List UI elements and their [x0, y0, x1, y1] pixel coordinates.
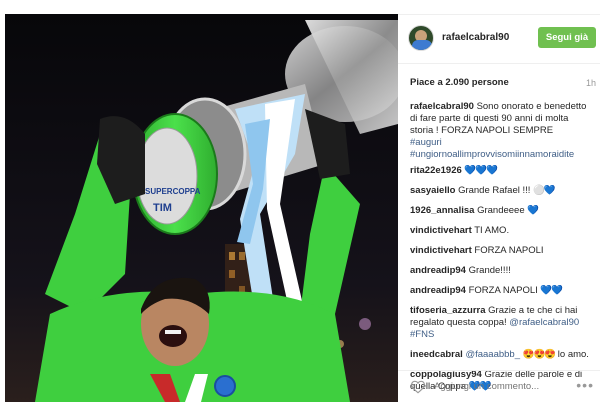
comment-username[interactable]: vindictivehart: [410, 225, 472, 236]
comment-username[interactable]: rita22e1926: [410, 165, 462, 176]
post-footer: •••: [398, 370, 600, 404]
comment-mention[interactable]: @faaaabbb_: [465, 349, 520, 360]
comment-username[interactable]: 1926_annalisa: [410, 205, 474, 216]
caption-username[interactable]: rafaelcabral90: [410, 101, 474, 112]
comment: andreadip94 Grande!!!!: [410, 265, 592, 277]
author-username[interactable]: rafaelcabral90: [442, 32, 509, 43]
comment-text: FORZA NAPOLI: [474, 245, 544, 256]
comment: vindictivehart TI AMO.: [410, 225, 592, 237]
comment: vindictivehart FORZA NAPOLI: [410, 245, 592, 257]
like-heart-icon[interactable]: [410, 380, 426, 394]
blue-heart-emoji: 💙: [527, 205, 539, 216]
caption-hashtag[interactable]: #auguri: [410, 137, 590, 149]
comment-username[interactable]: tifoseria_azzurra: [410, 305, 486, 316]
caption-hashtag[interactable]: #ungiornoallimprovvisomiinnamoraidite: [410, 149, 590, 161]
blue-heart-emoji: 💙💙: [540, 285, 563, 296]
photo-scene: SUPERCOPPA TIM: [5, 14, 398, 402]
comment-list: rita22e1926 💙💙💙 sasyaiello Grande Rafael…: [410, 165, 592, 401]
comment-username[interactable]: vindictivehart: [410, 245, 472, 256]
avatar[interactable]: [408, 25, 434, 51]
trophy-tim-text: TIM: [153, 202, 172, 214]
post-time[interactable]: 1h: [586, 78, 596, 88]
like-count[interactable]: Piace a 2.090 persone: [410, 77, 509, 88]
comment-hashtag[interactable]: #FNS: [410, 329, 592, 341]
comment: andreadip94 FORZA NAPOLI 💙💙: [410, 285, 592, 297]
add-comment-input[interactable]: [434, 381, 574, 392]
comment-username[interactable]: ineedcabral: [410, 349, 463, 360]
comment-username[interactable]: sasyaiello: [410, 185, 455, 196]
comment-mention[interactable]: @rafaelcabral90: [509, 317, 579, 328]
comment: sasyaiello Grande Rafael !!! ⚪💙: [410, 185, 592, 197]
comment: tifoseria_azzurra Grazie a te che ci hai…: [410, 305, 592, 341]
heart-emoji: ⚪💙: [533, 185, 556, 196]
post-side-panel: rafaelcabral90 Segui già Piace a 2.090 p…: [398, 14, 600, 403]
comment-username[interactable]: andreadip94: [410, 285, 466, 296]
trophy-supercoppa-text: SUPERCOPPA: [145, 187, 201, 196]
comment: ineedcabral @faaaabbb_ 😍😍😍 lo amo.: [410, 349, 592, 361]
comment: rita22e1926 💙💙💙: [410, 165, 592, 177]
more-options-icon[interactable]: •••: [576, 377, 594, 393]
comment-text: Grande!!!!: [468, 265, 511, 276]
heart-eyes-emoji: 😍😍😍: [522, 349, 556, 360]
blue-heart-emoji: 💙💙💙: [464, 165, 497, 176]
comment: 1926_annalisa Grandeeee 💙: [410, 205, 592, 217]
comment-text: lo amo.: [557, 349, 589, 360]
follow-button[interactable]: Segui già: [538, 27, 596, 48]
comment-text: Grandeeee: [477, 205, 525, 216]
post-header: rafaelcabral90 Segui già: [398, 15, 600, 64]
comment-username[interactable]: andreadip94: [410, 265, 466, 276]
comment-text: FORZA NAPOLI: [468, 285, 538, 296]
post-photo[interactable]: SUPERCOPPA TIM: [5, 14, 398, 402]
comment-text: TI AMO.: [474, 225, 510, 236]
comment-text: Grande Rafael !!!: [458, 185, 531, 196]
post-caption: rafaelcabral90 Sono onorato e benedetto …: [410, 101, 590, 161]
